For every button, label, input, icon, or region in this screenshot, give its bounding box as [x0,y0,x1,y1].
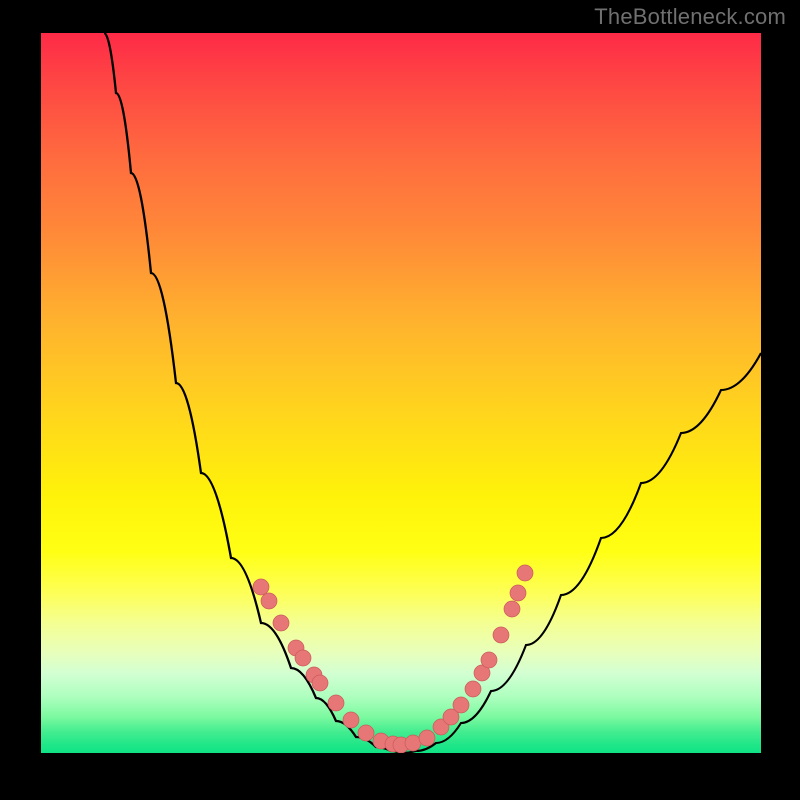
data-point [465,681,481,697]
data-point [510,585,526,601]
data-point [295,650,311,666]
data-point [504,601,520,617]
data-point [253,579,269,595]
data-point [358,725,374,741]
data-point [312,675,328,691]
watermark-text: TheBottleneck.com [594,4,786,30]
left-curve [104,33,401,753]
curve-layer [41,33,761,753]
data-point [343,712,359,728]
data-point [453,697,469,713]
chart-frame: TheBottleneck.com [0,0,800,800]
data-point [261,593,277,609]
data-point [517,565,533,581]
data-point [273,615,289,631]
data-point [328,695,344,711]
right-curve [401,353,761,753]
data-point [405,735,421,751]
data-point [493,627,509,643]
data-point [419,730,435,746]
right-dots-group [405,565,533,751]
data-point [481,652,497,668]
left-dots-group [253,579,409,753]
